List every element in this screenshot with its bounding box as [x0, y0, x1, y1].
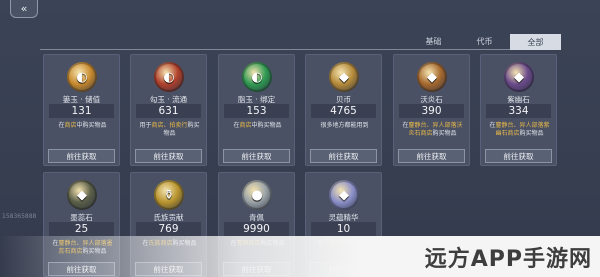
currency-description: 很多地方都能用到: [312, 122, 377, 130]
green-jade-icon: ◐: [242, 62, 272, 92]
currency-description: 在商店中购买物品: [225, 122, 290, 130]
tab-all[interactable]: 全部: [510, 34, 561, 50]
currency-amount: 25: [49, 222, 114, 236]
go-obtain-button[interactable]: 前往获取: [223, 149, 290, 163]
currency-amount: 390: [399, 104, 464, 118]
currency-amount: 10: [311, 222, 376, 236]
highlight-text: 商店、拍卖行: [151, 122, 188, 129]
currency-amount: 334: [486, 104, 551, 118]
gold-jade-icon: ◐: [67, 62, 97, 92]
currency-card: ◐ 勾玉 · 流通 631 用于商店、拍卖行购买物品 前往获取: [130, 54, 207, 166]
currency-amount: 769: [136, 222, 201, 236]
currency-card: ◆ 紫幽石 334 在鏖静台、异人部落紫幽石商店购买物品 前往获取: [480, 54, 557, 166]
back-arrow-icon: «: [20, 2, 28, 15]
currency-card: ◆ 贝币 4765 很多地方都能用到 前往获取: [305, 54, 382, 166]
go-obtain-button[interactable]: 前往获取: [48, 149, 115, 163]
currency-amount: 4765: [311, 104, 376, 118]
currency-amount: 9990: [224, 222, 289, 236]
purple-stone-icon: ◆: [504, 62, 534, 92]
go-obtain-button[interactable]: 前往获取: [398, 149, 465, 163]
jade-pendant-icon: ●: [242, 180, 272, 210]
currency-description: 在鏖静台、异人部落沃炎石商店购买物品: [400, 122, 465, 138]
currency-amount: 631: [136, 104, 201, 118]
currency-description: 用于商店、拍卖行购买物品: [137, 122, 202, 138]
tab-currency[interactable]: 代币: [459, 34, 510, 50]
description-text: 购买物品: [519, 130, 544, 137]
clan-contribution-icon: ⚱: [154, 180, 184, 210]
tab-bar: 基础 代币 全部: [408, 34, 561, 50]
description-text: 中购买物品: [251, 122, 282, 129]
highlight-text: 商店: [239, 122, 252, 129]
currency-card: ◐ 篓玉 · 储值 131 在商店中购买物品 前往获取: [43, 54, 120, 166]
go-obtain-button[interactable]: 前往获取: [310, 149, 377, 163]
red-jade-icon: ◐: [154, 62, 184, 92]
description-text: 用于: [139, 122, 152, 129]
ink-stone-icon: ◆: [67, 180, 97, 210]
description-text: 中购买物品: [76, 122, 107, 129]
spirit-essence-icon: ◆: [329, 180, 359, 210]
currency-description: 在鏖静台、异人部落紫幽石商店购买物品: [487, 122, 552, 138]
currency-card: ◐ 脂玉 · 绑定 153 在商店中购买物品 前往获取: [218, 54, 295, 166]
currency-amount: 153: [224, 104, 289, 118]
highlight-text: 鏖静台、异人部落: [495, 122, 544, 129]
shell-coin-icon: ◆: [329, 62, 359, 92]
description-text: 购买物品: [432, 130, 457, 137]
currency-description: 在商店中购买物品: [50, 122, 115, 130]
highlight-text: 商店: [64, 122, 77, 129]
player-uid: 158365888: [2, 213, 37, 220]
back-button[interactable]: «: [10, 0, 38, 18]
highlight-text: 鏖静台、异人部落: [408, 122, 457, 129]
currency-card: ◆ 沃炎石 390 在鏖静台、异人部落沃炎石商店购买物品 前往获取: [393, 54, 470, 166]
go-obtain-button[interactable]: 前往获取: [485, 149, 552, 163]
go-obtain-button[interactable]: 前往获取: [135, 149, 202, 163]
description-text: 很多地方都能用到: [320, 122, 369, 129]
flame-stone-icon: ◆: [417, 62, 447, 92]
site-watermark: 远方APP手游网: [424, 247, 592, 272]
currency-amount: 131: [49, 104, 114, 118]
tab-basic[interactable]: 基础: [408, 34, 459, 50]
